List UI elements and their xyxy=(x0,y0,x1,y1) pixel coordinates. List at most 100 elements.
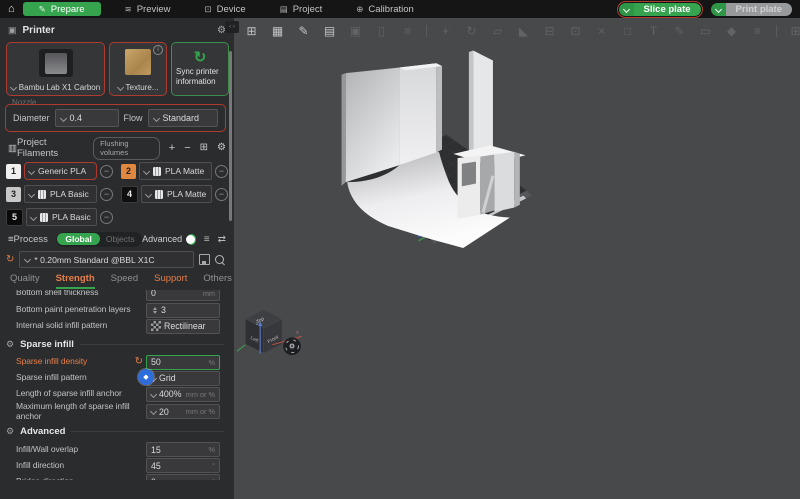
filament-settings-gear-icon[interactable]: ⚙ xyxy=(217,143,226,153)
chevron-down-icon xyxy=(144,190,153,198)
cursor-badge-icon: ◆ xyxy=(138,368,154,385)
slice-plate-highlight: Slice plate xyxy=(616,0,703,18)
param-unit: mm or % xyxy=(185,389,215,399)
filament-swatch[interactable]: 2 xyxy=(121,163,136,179)
advanced-toggle[interactable] xyxy=(185,233,196,245)
process-tab-others[interactable]: Others xyxy=(203,273,232,289)
tab-prepare[interactable]: ✎ Prepare xyxy=(22,2,101,16)
info-icon[interactable]: i xyxy=(153,45,163,55)
filament-select[interactable]: PLA Matte xyxy=(141,185,212,203)
save-preset-icon[interactable] xyxy=(199,254,210,265)
plate-texture-image xyxy=(125,49,151,75)
topbar-tabs: ✎ Prepare ≋ Preview ⊡ Device ▤ Project ⊕ Calibrat… xyxy=(22,0,438,18)
delete-filament-icon[interactable]: − xyxy=(215,187,228,201)
process-scope-switch: Global Objects xyxy=(55,231,143,247)
param-pattern[interactable]: Rectilinear xyxy=(146,318,220,334)
filament-select[interactable]: PLA Basic xyxy=(24,185,97,203)
objects-scope-button[interactable]: Objects xyxy=(100,233,141,245)
param-dropdown[interactable]: 400% mm or % xyxy=(146,386,220,402)
tab-calibration[interactable]: ⊕ Calibration xyxy=(346,2,424,16)
param-input[interactable]: 0 mm xyxy=(146,290,220,301)
printer-select[interactable]: Bambu Lab X1 Carbon xyxy=(9,80,102,95)
global-scope-button[interactable]: Global xyxy=(57,233,100,245)
param-value: Rectilinear xyxy=(164,321,206,331)
spinner-arrows-icon[interactable] xyxy=(151,306,158,314)
param-input[interactable]: 0° xyxy=(146,474,220,480)
preset-select[interactable]: * 0.20mm Standard @BBL X1C xyxy=(19,251,194,268)
add-filament-button[interactable]: + xyxy=(169,143,175,154)
param-dropdown[interactable]: 20 mm or % xyxy=(146,404,220,420)
print-plate-button[interactable]: Print plate xyxy=(710,2,792,16)
param-row: Sparse infill pattern ◆ Grid xyxy=(0,368,234,386)
filament-swatch[interactable]: 1 xyxy=(6,163,21,179)
param-row: Bottom shell thickness 0 mm xyxy=(0,290,234,301)
viewport-3d-scene[interactable]: Bambu Textured PEI Plate xyxy=(234,18,800,499)
viewport-3d[interactable]: ⊞▦✎▤▣▯≡+↻▱◣⊟⊡×□T✎▭◆≡⊞ Bambu Textured PEI… xyxy=(234,18,800,499)
process-tab-quality[interactable]: Quality xyxy=(10,273,40,289)
tab-device[interactable]: ⊡ Device xyxy=(195,2,256,16)
tab-preview[interactable]: ≋ Preview xyxy=(115,2,181,16)
y-axis xyxy=(236,344,246,352)
filament-name: PLA Basic xyxy=(52,212,91,222)
delete-filament-icon[interactable]: − xyxy=(100,164,113,178)
delete-filament-icon[interactable]: − xyxy=(215,164,228,178)
param-input[interactable]: 50% xyxy=(146,354,220,370)
spool-icon xyxy=(153,166,161,176)
slice-plate-label[interactable]: Slice plate xyxy=(633,2,701,16)
filament-swatch[interactable]: 5 xyxy=(6,208,23,226)
model-bracket[interactable] xyxy=(453,50,526,219)
section-divider xyxy=(79,343,224,345)
flow-label: Flow xyxy=(123,113,143,123)
preset-name: * 0.20mm Standard @BBL X1C xyxy=(34,254,155,265)
flow-value: Standard xyxy=(162,113,200,123)
delete-filament-icon[interactable]: − xyxy=(100,187,113,201)
topbar: ⌂ ✎ Prepare ≋ Preview ⊡ Device ▤ Project ⊕ Calibr… xyxy=(0,0,800,18)
sidebar-collapse-handle[interactable]: ‹ › xyxy=(225,21,239,33)
process-tab-support[interactable]: Support xyxy=(154,273,187,289)
sync-icon: ↻ xyxy=(193,49,207,67)
compare-presets-icon[interactable]: ⇄ xyxy=(218,234,226,245)
search-settings-icon[interactable] xyxy=(215,255,224,264)
filament-item-1: 1 Generic PLA − xyxy=(6,162,113,180)
preset-reset-icon[interactable]: ↻ xyxy=(6,254,14,265)
filament-select[interactable]: PLA Matte xyxy=(139,162,212,180)
param-dropdown[interactable]: Grid xyxy=(146,370,220,386)
filament-swatch[interactable]: 4 xyxy=(121,185,138,203)
remove-filament-button[interactable]: − xyxy=(184,143,190,154)
param-value: 3 xyxy=(161,305,166,315)
slice-plate-button[interactable]: Slice plate xyxy=(618,2,701,16)
param-reset-icon[interactable]: ↻ xyxy=(135,357,143,367)
x-axis-label: x xyxy=(296,330,299,335)
filament-select[interactable]: PLA Basic xyxy=(26,208,97,226)
param-input[interactable]: 15% xyxy=(146,442,220,458)
plate-type-select[interactable]: Texture... xyxy=(116,80,161,95)
home-icon[interactable]: ⌂ xyxy=(8,0,15,18)
tab-project[interactable]: ▤ Project xyxy=(270,2,333,16)
plate-type-card[interactable]: i Texture... xyxy=(109,42,167,96)
sync-printer-card[interactable]: ↻ Sync printer information xyxy=(171,42,229,96)
setting-list-icon[interactable]: ≡ xyxy=(204,234,210,245)
printer-card[interactable]: Bambu Lab X1 Carbon xyxy=(6,42,105,96)
param-label: Sparse infill pattern xyxy=(16,372,87,383)
flow-select[interactable]: Standard xyxy=(147,109,218,127)
ams-icon[interactable]: ⊞ xyxy=(200,143,208,153)
filament-swatch[interactable]: 3 xyxy=(6,186,21,202)
flushing-volumes-button[interactable]: Flushing volumes xyxy=(93,136,160,160)
print-dropdown-icon[interactable] xyxy=(710,2,726,16)
delete-filament-icon[interactable]: − xyxy=(100,210,113,224)
process-tab-strength[interactable]: Strength xyxy=(55,273,95,289)
printer-name: Bambu Lab X1 Carbon xyxy=(18,83,101,92)
param-value: 0 xyxy=(151,477,156,480)
slice-dropdown-icon[interactable] xyxy=(618,2,634,16)
diameter-select[interactable]: 0.4 xyxy=(54,109,119,127)
diameter-value: 0.4 xyxy=(69,113,83,123)
param-input[interactable]: 45 ° xyxy=(146,458,220,474)
param-spinner[interactable]: 3 xyxy=(146,302,220,318)
viewport-gear-button[interactable]: ⚙ xyxy=(283,337,301,356)
tab-label: Prepare xyxy=(50,3,85,15)
param-unit: % xyxy=(208,357,216,367)
filament-select[interactable]: Generic PLA xyxy=(24,162,97,180)
process-tab-speed[interactable]: Speed xyxy=(111,273,138,289)
param-value: 20 xyxy=(159,406,169,417)
parameter-scrollbar[interactable] xyxy=(229,51,232,221)
